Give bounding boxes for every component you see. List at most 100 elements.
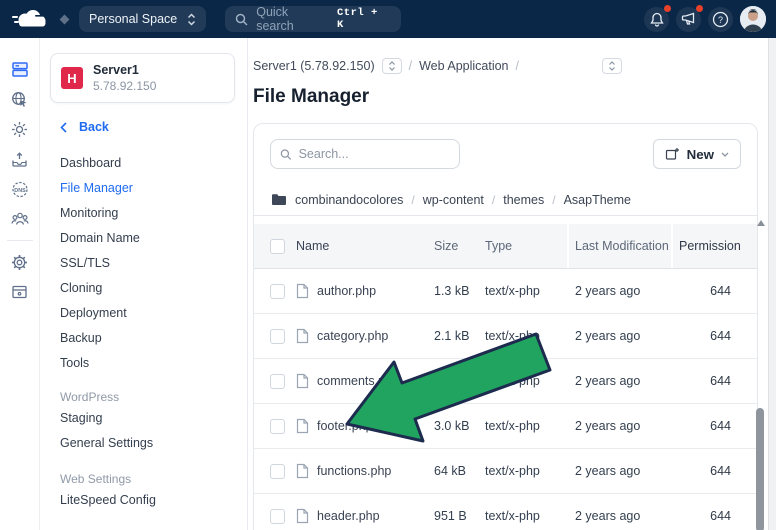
sidebar-section-wordpress: WordPress Staging General Settings [50, 388, 235, 456]
path-separator: / [411, 192, 415, 207]
file-size: 64 kB [434, 464, 466, 478]
svg-text:?: ? [718, 15, 723, 25]
file-search-input[interactable] [298, 147, 450, 161]
workspace-label: Personal Space [89, 12, 178, 26]
server-card[interactable]: H Server1 5.78.92.150 [50, 53, 235, 103]
sidebar-item-ssl-tls[interactable]: SSL/TLS [50, 251, 235, 276]
row-checkbox[interactable] [270, 283, 285, 299]
column-size[interactable]: Size [434, 239, 485, 253]
rail-spark-button[interactable] [0, 114, 39, 144]
row-checkbox[interactable] [270, 328, 285, 344]
table-row[interactable]: comments.php text/x-php 2 years ago 644 [254, 359, 757, 404]
shortcut-hint: Ctrl + K [337, 7, 378, 31]
user-avatar[interactable] [740, 6, 766, 32]
svg-text:DNS: DNS [14, 188, 26, 194]
archive-box-icon [12, 285, 27, 299]
file-modified: 2 years ago [575, 374, 641, 388]
breadcrumb-separator: / [408, 59, 413, 73]
rail-dns-button[interactable]: DNS [0, 174, 39, 204]
new-button[interactable]: New [652, 139, 741, 169]
deploy-inbox-icon [12, 151, 27, 167]
quick-search[interactable]: Quick search Ctrl + K [225, 5, 402, 33]
table-row[interactable]: header.php 951 B text/x-php 2 years ago … [254, 494, 757, 530]
main-content: Server1 (5.78.92.150) / Web Application … [248, 38, 776, 530]
section-title: WordPress [60, 390, 120, 404]
file-size: 1.3 kB [434, 284, 470, 298]
breadcrumb-server[interactable]: Server1 (5.78.92.150) [253, 59, 375, 73]
file-name: comments.php [317, 374, 399, 388]
sidebar-section-web-settings: Web Settings LiteSpeed Config [50, 470, 235, 513]
sidebar-item-domain-name[interactable]: Domain Name [50, 226, 235, 251]
column-name[interactable]: Name [296, 239, 329, 253]
rail-backups-button[interactable] [0, 277, 39, 307]
sidebar-item-deployment[interactable]: Deployment [50, 301, 235, 326]
rail-websites-button[interactable] [0, 84, 39, 114]
path-segment[interactable]: themes [503, 193, 544, 207]
sidebar-item-monitoring[interactable]: Monitoring [50, 201, 235, 226]
dns-icon: DNS [11, 181, 28, 197]
search-icon [280, 148, 292, 160]
sidebar-item-staging[interactable]: Staging [50, 406, 235, 431]
sidebar-item-backup[interactable]: Backup [50, 326, 235, 351]
announcements-button[interactable] [676, 4, 703, 32]
page-scrollbar[interactable] [768, 38, 776, 530]
breadcrumb-section[interactable]: Web Application [419, 59, 508, 73]
path-segment[interactable]: AsapTheme [564, 193, 631, 207]
megaphone-icon [681, 12, 695, 25]
table-row[interactable]: author.php 1.3 kB text/x-php 2 years ago… [254, 269, 757, 314]
file-size: 951 B [434, 509, 467, 523]
sidebar-item-litespeed-config[interactable]: LiteSpeed Config [50, 488, 235, 513]
file-icon [296, 328, 309, 344]
scroll-up-arrow-icon[interactable] [757, 220, 765, 226]
rail-settings-button[interactable] [0, 247, 39, 277]
diamond-separator-icon [59, 14, 70, 24]
notifications-button[interactable] [644, 4, 671, 32]
table-row[interactable]: category.php 2.1 kB text/x-php 2 years a… [254, 314, 757, 359]
sidebar-item-tools[interactable]: Tools [50, 351, 235, 376]
row-checkbox[interactable] [270, 508, 285, 524]
file-search[interactable] [270, 139, 460, 169]
path-segment[interactable]: combinandocolores [295, 193, 403, 207]
help-icon: ? [712, 11, 729, 27]
column-last-modification[interactable]: Last Modification [575, 239, 679, 253]
cloud-logo-icon[interactable] [8, 6, 50, 32]
folder-icon [272, 194, 286, 205]
rail-divider [6, 240, 33, 241]
spark-icon [12, 121, 27, 137]
app-switcher[interactable] [602, 58, 622, 74]
row-checkbox[interactable] [270, 463, 285, 479]
rail-servers-button[interactable] [0, 54, 39, 84]
column-type[interactable]: Type [485, 239, 575, 253]
column-permission[interactable]: Permission [679, 239, 741, 253]
table-row[interactable]: functions.php 64 kB text/x-php 2 years a… [254, 449, 757, 494]
rail-deployments-button[interactable] [0, 144, 39, 174]
help-button[interactable]: ? [708, 6, 733, 32]
rail-team-button[interactable] [0, 204, 39, 234]
table-scrollbar[interactable] [756, 218, 766, 530]
sidebar-item-cloning[interactable]: Cloning [50, 276, 235, 301]
row-checkbox[interactable] [270, 418, 285, 434]
globe-pointer-icon [12, 91, 27, 107]
sidebar-item-file-manager[interactable]: File Manager [50, 176, 235, 201]
file-name: author.php [317, 284, 377, 298]
chevron-updown-icon [609, 61, 615, 71]
file-manager-card: New combinandocolores / wp-content / the… [253, 123, 758, 530]
chevron-updown-icon [188, 12, 196, 26]
workspace-selector[interactable]: Personal Space [79, 6, 207, 32]
breadcrumb: Server1 (5.78.92.150) / Web Application … [253, 58, 776, 74]
select-all-checkbox[interactable] [270, 238, 285, 254]
caret-down-icon [721, 152, 729, 157]
server-switcher[interactable] [381, 58, 402, 74]
sidebar-nav: Dashboard File Manager Monitoring Domain… [50, 151, 235, 376]
scrollbar-thumb[interactable] [756, 408, 764, 530]
path-separator: / [491, 192, 496, 207]
sidebar-item-dashboard[interactable]: Dashboard [50, 151, 235, 176]
path-segment[interactable]: wp-content [423, 193, 484, 207]
back-link[interactable]: Back [60, 119, 235, 135]
file-icon [296, 463, 309, 479]
server-ip: 5.78.92.150 [93, 79, 157, 93]
sidebar-item-general-settings[interactable]: General Settings [50, 431, 235, 456]
file-size: 3.0 kB [434, 419, 470, 433]
table-row-footer-php[interactable]: footer.php 3.0 kB text/x-php 2 years ago… [254, 404, 757, 449]
row-checkbox[interactable] [270, 373, 285, 389]
